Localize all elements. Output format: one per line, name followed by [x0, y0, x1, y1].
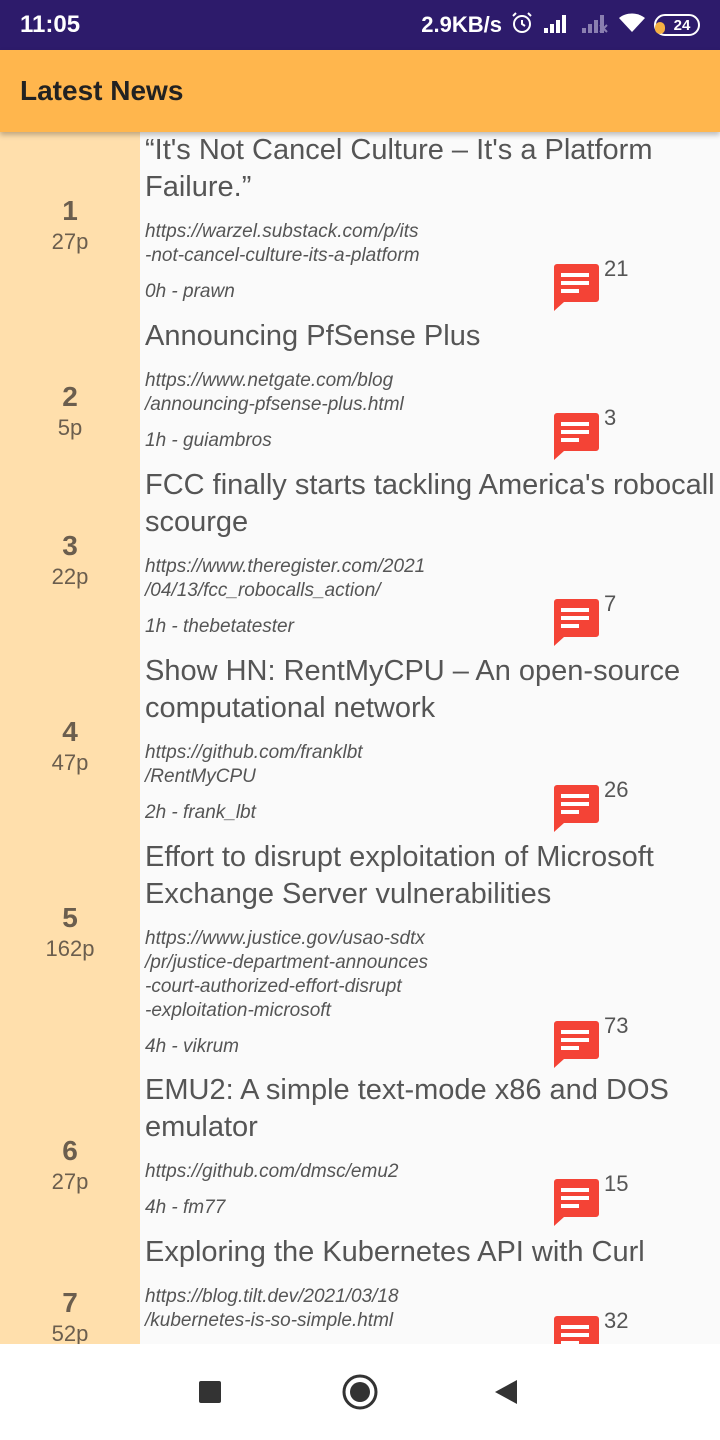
back-button[interactable] — [486, 1372, 526, 1412]
rank-number: 2 — [62, 381, 78, 412]
home-button[interactable] — [340, 1372, 380, 1412]
comments-button[interactable]: 7 — [550, 591, 616, 647]
rank-number: 1 — [62, 195, 78, 226]
comment-count: 32 — [604, 1308, 629, 1333]
story-title[interactable]: Announcing PfSense Plus — [145, 318, 720, 355]
comment-icon — [554, 413, 599, 460]
rank-points: 27p — [51, 229, 89, 254]
story-url[interactable]: https://warzel.substack.com/p/its -not-c… — [145, 220, 475, 268]
story-content[interactable]: FCC finally starts tackling America's ro… — [145, 467, 720, 639]
rank-box: 1 27p — [0, 194, 140, 256]
battery-icon: 24 — [654, 14, 700, 36]
rank-points: 5p — [57, 415, 83, 440]
comments-button[interactable]: 32 — [550, 1308, 628, 1344]
story-list[interactable]: 1 27p “It's Not Cancel Culture – It's a … — [0, 132, 720, 1344]
comment-icon — [554, 785, 599, 832]
story-title[interactable]: Show HN: RentMyCPU – An open-source comp… — [145, 653, 720, 727]
comment-count: 73 — [604, 1013, 629, 1038]
comment-count: 26 — [604, 777, 629, 802]
alarm-icon — [510, 11, 534, 40]
rank-box: 7 52p — [0, 1286, 140, 1344]
rank-points: 52p — [51, 1321, 89, 1344]
story-meta: 0h - prawn — [145, 281, 235, 302]
story-title[interactable]: Effort to disrupt exploitation of Micros… — [145, 839, 720, 913]
status-time: 11:05 — [20, 11, 81, 38]
rank-points: 27p — [51, 1169, 89, 1194]
network-speed: 2.9KB/s — [421, 12, 502, 37]
story-meta: 1h - thebetatester — [145, 616, 294, 637]
triangle-back-icon — [495, 1380, 517, 1404]
circle-icon — [342, 1374, 378, 1410]
comment-count: 3 — [604, 405, 617, 430]
story-title[interactable]: “It's Not Cancel Culture – It's a Platfo… — [145, 132, 720, 206]
rank-number: 5 — [62, 902, 78, 933]
story-url[interactable]: https://www.justice.gov/usao-sdtx /pr/ju… — [145, 927, 475, 1023]
story-url[interactable]: https://www.netgate.com/blog /announcing… — [145, 369, 475, 417]
comments-button[interactable]: 26 — [550, 777, 628, 833]
story-content[interactable]: Show HN: RentMyCPU – An open-source comp… — [145, 653, 720, 825]
comments-button[interactable]: 21 — [550, 256, 628, 312]
story-title[interactable]: Exploring the Kubernetes API with Curl — [145, 1234, 720, 1271]
rank-box: 4 47p — [0, 715, 140, 777]
comment-icon — [554, 1316, 599, 1344]
comment-count: 21 — [604, 256, 629, 281]
rank-box: 6 27p — [0, 1134, 140, 1196]
story-url[interactable]: https://blog.tilt.dev/2021/03/18 /kubern… — [145, 1285, 475, 1333]
comments-button[interactable]: 15 — [550, 1171, 628, 1227]
status-icons: 2.9KB/s 24 — [421, 11, 700, 40]
story-content[interactable]: Effort to disrupt exploitation of Micros… — [145, 839, 720, 1059]
app-bar: Latest News — [0, 50, 720, 132]
comment-icon — [554, 1179, 599, 1226]
recents-button[interactable] — [190, 1372, 230, 1412]
comments-button[interactable]: 3 — [550, 405, 616, 461]
story-url[interactable]: https://github.com/dmsc/emu2 — [145, 1160, 475, 1184]
signal-no-sim-icon — [580, 12, 610, 39]
rank-box: 3 22p — [0, 529, 140, 591]
story-meta: 1h - guiambros — [145, 430, 272, 451]
story-url[interactable]: https://github.com/franklbt /RentMyCPU — [145, 741, 475, 789]
story-meta: 4h - fm77 — [145, 1197, 226, 1218]
story-content[interactable]: EMU2: A simple text-mode x86 and DOS emu… — [145, 1072, 720, 1220]
story-content[interactable]: Exploring the Kubernetes API with Curl h… — [145, 1234, 720, 1344]
story-meta: 2h - frank_lbt — [145, 802, 256, 823]
rank-box: 5 162p — [0, 901, 140, 963]
page-title: Latest News — [20, 75, 184, 106]
rank-number: 4 — [62, 716, 78, 747]
rank-points: 22p — [51, 564, 89, 589]
nav-bar — [0, 1344, 720, 1440]
signal-icon — [542, 12, 572, 39]
rank-number: 6 — [62, 1135, 78, 1166]
rank-number: 7 — [62, 1287, 78, 1318]
story-title[interactable]: EMU2: A simple text-mode x86 and DOS emu… — [145, 1072, 720, 1146]
comment-icon — [554, 1021, 599, 1068]
status-bar: 11:05 2.9KB/s 24 — [0, 0, 720, 50]
rank-number: 3 — [62, 530, 78, 561]
story-title[interactable]: FCC finally starts tackling America's ro… — [145, 467, 720, 541]
comment-icon — [554, 599, 599, 646]
battery-level: 24 — [673, 16, 691, 34]
square-icon — [199, 1381, 221, 1403]
story-url[interactable]: https://www.theregister.com/2021 /04/13/… — [145, 555, 475, 603]
story-content[interactable]: “It's Not Cancel Culture – It's a Platfo… — [145, 132, 720, 304]
comment-count: 15 — [604, 1171, 629, 1196]
story-meta: 4h - vikrum — [145, 1036, 239, 1057]
rank-box: 2 5p — [0, 380, 140, 442]
wifi-icon — [618, 12, 646, 39]
rank-points: 47p — [51, 750, 89, 775]
comment-count: 7 — [604, 591, 617, 616]
comments-button[interactable]: 73 — [550, 1013, 628, 1069]
rank-points: 162p — [45, 936, 95, 961]
comment-icon — [554, 264, 599, 311]
story-content[interactable]: Announcing PfSense Plus https://www.netg… — [145, 318, 720, 453]
